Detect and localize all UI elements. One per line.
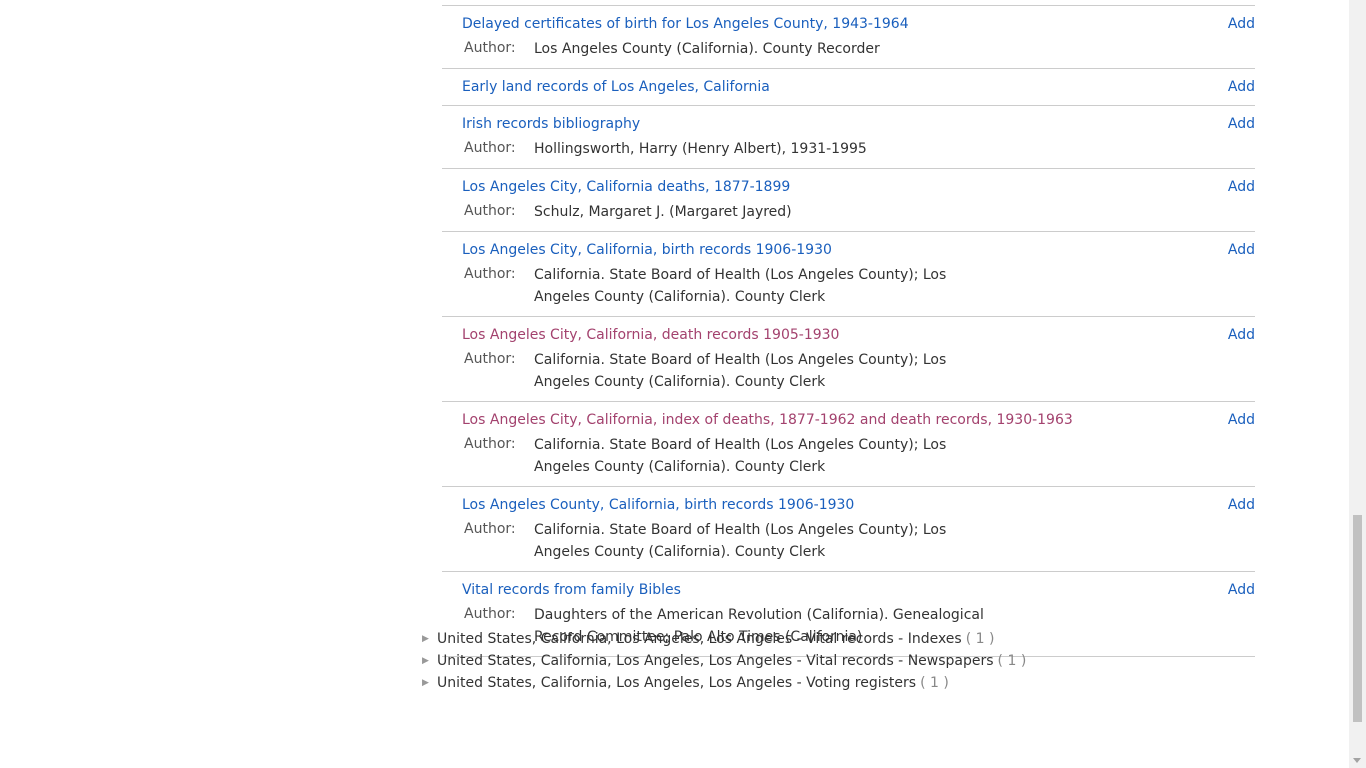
result-title-link[interactable]: Vital records from family Bibles <box>462 582 681 598</box>
author-value: Schulz, Margaret J. (Margaret Jayred) <box>534 204 792 220</box>
result-item: Delayed certificates of birth for Los An… <box>442 6 1255 69</box>
author-row: Author: Hollingsworth, Harry (Henry Albe… <box>462 138 1255 160</box>
result-title-link[interactable]: Early land records of Los Angeles, Calif… <box>462 79 770 95</box>
subject-label[interactable]: United States, California, Los Angeles, … <box>437 650 994 672</box>
subject-row[interactable]: ▶ United States, California, Los Angeles… <box>422 672 1026 694</box>
author-row: Author: Los Angeles County (California).… <box>462 38 1255 60</box>
result-title-link[interactable]: Los Angeles City, California, index of d… <box>462 412 1073 428</box>
subject-count: ( 1 ) <box>965 631 995 647</box>
author-row: Author: California. State Board of Healt… <box>462 264 1255 308</box>
result-item: Los Angeles City, California, birth reco… <box>442 232 1255 317</box>
author-row: Author: California. State Board of Healt… <box>462 519 1255 563</box>
author-value: California. State Board of Health (Los A… <box>534 267 947 305</box>
expand-triangle-icon[interactable]: ▶ <box>422 650 437 672</box>
result-title-link[interactable]: Los Angeles City, California, death reco… <box>462 327 839 343</box>
author-label: Author: <box>464 140 516 156</box>
author-label: Author: <box>464 436 516 452</box>
subject-list: ▶ United States, California, Los Angeles… <box>422 628 1026 694</box>
result-title-link[interactable]: Irish records bibliography <box>462 116 640 132</box>
author-value: California. State Board of Health (Los A… <box>534 352 947 390</box>
vertical-scrollbar[interactable] <box>1349 0 1366 768</box>
subject-count: ( 1 ) <box>920 675 949 691</box>
author-value: California. State Board of Health (Los A… <box>534 522 947 560</box>
author-label: Author: <box>464 203 516 219</box>
subject-count: ( 1 ) <box>997 653 1027 669</box>
author-row: Author: Schulz, Margaret J. (Margaret Ja… <box>462 201 1255 223</box>
add-button[interactable]: Add <box>1228 325 1255 345</box>
add-button[interactable]: Add <box>1228 114 1255 134</box>
author-label: Author: <box>464 521 516 537</box>
author-value: Los Angeles County (California). County … <box>534 41 880 57</box>
subject-label[interactable]: United States, California, Los Angeles, … <box>437 672 916 694</box>
results-list: Delayed certificates of birth for Los An… <box>442 5 1255 657</box>
author-row: Author: California. State Board of Healt… <box>462 434 1255 478</box>
author-label: Author: <box>464 40 516 56</box>
result-item: Los Angeles County, California, birth re… <box>442 487 1255 572</box>
subject-row[interactable]: ▶ United States, California, Los Angeles… <box>422 628 1026 650</box>
result-item: Los Angeles City, California, index of d… <box>442 402 1255 487</box>
add-button[interactable]: Add <box>1228 14 1255 34</box>
scroll-down-arrow-icon[interactable] <box>1353 758 1361 763</box>
result-title-link[interactable]: Los Angeles City, California deaths, 187… <box>462 179 790 195</box>
author-value: California. State Board of Health (Los A… <box>534 437 947 475</box>
add-button[interactable]: Add <box>1228 580 1255 600</box>
result-item: Los Angeles City, California deaths, 187… <box>442 169 1255 232</box>
add-button[interactable]: Add <box>1228 410 1255 430</box>
expand-triangle-icon[interactable]: ▶ <box>422 672 437 694</box>
subject-row[interactable]: ▶ United States, California, Los Angeles… <box>422 650 1026 672</box>
add-button[interactable]: Add <box>1228 77 1255 97</box>
author-label: Author: <box>464 351 516 367</box>
result-title-link[interactable]: Los Angeles City, California, birth reco… <box>462 242 832 258</box>
add-button[interactable]: Add <box>1228 495 1255 515</box>
author-label: Author: <box>464 266 516 282</box>
add-button[interactable]: Add <box>1228 240 1255 260</box>
result-title-link[interactable]: Los Angeles County, California, birth re… <box>462 497 854 513</box>
scrollbar-thumb[interactable] <box>1353 515 1362 722</box>
result-item: Irish records bibliography Add Author: H… <box>442 106 1255 169</box>
expand-triangle-icon[interactable]: ▶ <box>422 628 437 650</box>
result-item: Los Angeles City, California, death reco… <box>442 317 1255 402</box>
author-row: Author: California. State Board of Healt… <box>462 349 1255 393</box>
author-value: Hollingsworth, Harry (Henry Albert), 193… <box>534 141 867 157</box>
result-item: Early land records of Los Angeles, Calif… <box>442 69 1255 106</box>
subject-label[interactable]: United States, California, Los Angeles, … <box>437 628 962 650</box>
result-title-link[interactable]: Delayed certificates of birth for Los An… <box>462 16 909 32</box>
add-button[interactable]: Add <box>1228 177 1255 197</box>
